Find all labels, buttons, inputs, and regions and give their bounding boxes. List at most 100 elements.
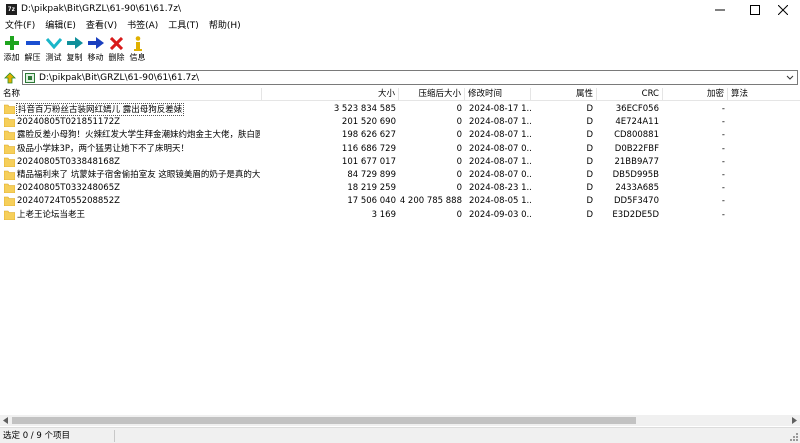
cell-packed: 0 bbox=[456, 209, 462, 220]
file-row[interactable]: 极品小学妹3P，两个猛男让她下不了床明天！ 116 686 729 0 2024-08… bbox=[0, 143, 800, 156]
copy-label: 复制 bbox=[66, 53, 83, 62]
cell-crc: DD5F3470 bbox=[613, 196, 659, 207]
cell-crc: CD800881 bbox=[614, 130, 659, 141]
column-header-packed[interactable]: 压缩后大小 bbox=[399, 88, 465, 101]
cell-modified: 2024-08-07 1... bbox=[469, 156, 531, 167]
cell-encrypted: - bbox=[721, 104, 725, 114]
folder-icon bbox=[4, 144, 15, 154]
menu-edit[interactable]: 编辑(E) bbox=[40, 19, 81, 34]
file-row[interactable]: 20240724T055208852Z 17 506 040 4 200 785 8… bbox=[0, 195, 800, 208]
folder-icon bbox=[4, 157, 15, 167]
delete-button[interactable]: 删除 bbox=[106, 34, 127, 68]
cell-size: 17 506 040 bbox=[347, 196, 396, 207]
add-label: 添加 bbox=[3, 53, 20, 62]
copy-button[interactable]: 复制 bbox=[64, 34, 85, 68]
cell-crc: DB5D995B bbox=[612, 170, 659, 180]
folder-icon bbox=[4, 183, 15, 194]
cell-modified: 2024-08-05 1... bbox=[469, 196, 531, 207]
cell-name: 上老王论坛当老王 bbox=[17, 209, 86, 220]
cell-crc: 2433A685 bbox=[615, 183, 659, 194]
cell-size: 18 219 259 bbox=[347, 183, 396, 194]
file-row[interactable]: 上老王论坛当老王 3 169 0 2024-09-03 0... D E3D2DE5D - bbox=[0, 209, 800, 222]
cell-crc: 36ECF056 bbox=[615, 104, 659, 114]
address-row: D:\pikpak\Bit\GRZL\61-90\61\61.7z\ bbox=[0, 69, 800, 86]
up-folder-button[interactable] bbox=[3, 71, 17, 84]
file-row[interactable]: 20240805T021851172Z 201 520 690 0 2024-08-0… bbox=[0, 116, 800, 129]
scroll-right-button[interactable] bbox=[789, 415, 800, 426]
cell-encrypted: - bbox=[721, 183, 725, 194]
move-button[interactable]: 移动 bbox=[85, 34, 106, 68]
menu-help[interactable]: 帮助(H) bbox=[204, 19, 246, 34]
add-icon bbox=[4, 36, 19, 50]
folder-icon bbox=[4, 170, 15, 180]
column-header-size[interactable]: 大小 bbox=[262, 88, 399, 101]
resize-grip-icon[interactable] bbox=[789, 432, 798, 441]
file-row[interactable]: 露脸反差小母狗！火辣红发大学生拜金潮妹约炮金主大佬，肤白圆润光滑臀肥腰细，啪啪.… bbox=[0, 129, 800, 142]
test-button[interactable]: 测试 bbox=[43, 34, 64, 68]
cell-size: 3 169 bbox=[371, 209, 396, 220]
cell-name: 精品福利来了 坑蒙妹子宿舍偷拍室友 这眼镜美眉的奶子是真的大啊 太刺激了 bbox=[17, 170, 260, 180]
test-label: 测试 bbox=[45, 53, 62, 62]
horizontal-scrollbar[interactable] bbox=[0, 415, 800, 426]
info-icon bbox=[133, 35, 142, 51]
cell-packed: 0 bbox=[456, 183, 462, 194]
archive-icon bbox=[25, 73, 35, 83]
cell-attributes: D bbox=[586, 104, 593, 114]
menu-file[interactable]: 文件(F) bbox=[0, 19, 40, 34]
column-header-modified[interactable]: 修改时间 bbox=[465, 88, 531, 101]
menu-tools[interactable]: 工具(T) bbox=[163, 19, 204, 34]
cell-modified: 2024-08-07 1... bbox=[469, 117, 531, 128]
cell-modified: 2024-08-23 1... bbox=[469, 183, 531, 194]
column-header-attributes[interactable]: 属性 bbox=[531, 88, 597, 101]
cell-name: 露脸反差小母狗！火辣红发大学生拜金潮妹约炮金主大佬，肤白圆润光滑臀肥腰细，啪啪.… bbox=[17, 130, 260, 141]
cell-attributes: D bbox=[586, 183, 593, 194]
add-button[interactable]: 添加 bbox=[1, 34, 22, 68]
cell-encrypted: - bbox=[721, 143, 725, 154]
folder-icon bbox=[4, 197, 15, 207]
file-row[interactable]: 精品福利来了 坑蒙妹子宿舍偷拍室友 这眼镜美眉的奶子是真的大啊 太刺激了 84 7… bbox=[0, 169, 800, 182]
scrollbar-thumb[interactable] bbox=[12, 417, 636, 424]
cell-modified: 2024-08-07 1... bbox=[469, 130, 531, 141]
cell-modified: 2024-08-07 0... bbox=[469, 143, 531, 154]
scroll-left-icon bbox=[3, 417, 8, 424]
file-row[interactable]: 抖音百万粉丝古装网红嫣儿 露出母狗反差婊 3 523 834 585 0 2024-0… bbox=[0, 103, 800, 116]
scroll-left-button[interactable] bbox=[0, 415, 11, 426]
cell-modified: 2024-09-03 0... bbox=[469, 209, 531, 220]
test-icon bbox=[45, 38, 62, 49]
delete-icon bbox=[110, 36, 123, 50]
column-header-crc[interactable]: CRC bbox=[597, 88, 663, 101]
column-header-name[interactable]: 名称 bbox=[0, 88, 262, 101]
cell-packed: 0 bbox=[456, 104, 462, 114]
cell-encrypted: - bbox=[721, 130, 725, 141]
move-icon bbox=[87, 37, 104, 49]
menu-bookmarks[interactable]: 书签(A) bbox=[122, 19, 163, 34]
column-header-encrypted[interactable]: 加密 bbox=[663, 88, 728, 101]
address-dropdown-button[interactable] bbox=[785, 71, 795, 84]
cell-encrypted: - bbox=[721, 196, 725, 207]
file-row[interactable]: 20240805T033848168Z 101 677 017 0 2024-08-0… bbox=[0, 156, 800, 169]
move-label: 移动 bbox=[87, 53, 104, 62]
info-button[interactable]: 信息 bbox=[127, 34, 148, 68]
column-header-method[interactable]: 算法 bbox=[728, 88, 800, 101]
cell-name: 极品小学妹3P，两个猛男让她下不了床明天！ bbox=[17, 143, 190, 154]
title-bar: 7z D:\pikpak\Bit\GRZL\61-90\61\61.7z\ bbox=[0, 0, 800, 19]
minimize-icon bbox=[715, 9, 725, 10]
cell-packed: 0 bbox=[456, 170, 462, 180]
menu-bar: 文件(F) 编辑(E) 查看(V) 书签(A) 工具(T) 帮助(H) bbox=[0, 19, 800, 34]
address-field[interactable]: D:\pikpak\Bit\GRZL\61-90\61\61.7z\ bbox=[22, 70, 798, 85]
status-separator bbox=[114, 430, 115, 442]
cell-encrypted: - bbox=[721, 156, 725, 167]
close-icon bbox=[778, 4, 788, 15]
close-button[interactable] bbox=[766, 0, 800, 19]
cell-encrypted: - bbox=[721, 170, 725, 180]
toolbar: 添加 解压 测试 复制 移动 删除 信息 bbox=[0, 34, 800, 68]
window-title: D:\pikpak\Bit\GRZL\61-90\61\61.7z\ bbox=[21, 4, 182, 14]
extract-button[interactable]: 解压 bbox=[22, 34, 43, 68]
file-row[interactable]: 20240805T033248065Z 18 219 259 0 2024-08-23… bbox=[0, 182, 800, 195]
extract-label: 解压 bbox=[24, 53, 41, 62]
up-arrow-icon bbox=[4, 71, 16, 83]
cell-size: 201 520 690 bbox=[341, 117, 396, 128]
menu-view[interactable]: 查看(V) bbox=[81, 19, 122, 34]
chevron-down-icon bbox=[786, 75, 794, 80]
file-list[interactable]: 名称 大小 压缩后大小 修改时间 属性 CRC 加密 算法 抖音百万粉丝古装网红… bbox=[0, 88, 800, 415]
